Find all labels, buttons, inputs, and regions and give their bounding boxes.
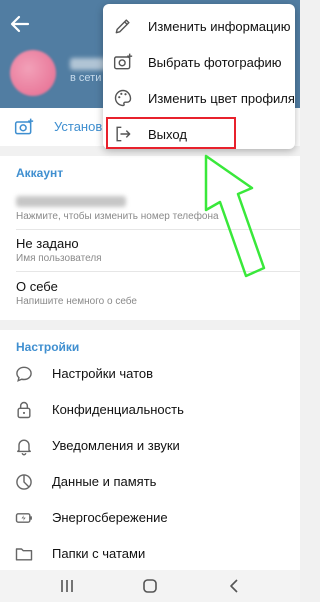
settings-item-label: Конфиденциальность bbox=[52, 402, 184, 417]
camera-add-icon bbox=[113, 53, 133, 70]
menu-item-choose-photo[interactable]: Выбрать фотографию bbox=[103, 44, 295, 80]
recent-apps-icon[interactable] bbox=[57, 576, 77, 596]
battery-icon bbox=[15, 513, 32, 523]
set-photo-label: Установи bbox=[54, 119, 110, 134]
settings-section: Настройки Настройки чатов Конфиденциальн… bbox=[0, 330, 300, 570]
avatar[interactable] bbox=[10, 50, 56, 96]
lock-icon bbox=[17, 401, 31, 419]
profile-screen: в сети Установи Аккаунт Нажмите, чтобы и… bbox=[0, 0, 300, 602]
settings-item-power-saving[interactable]: Энергосбережение bbox=[0, 500, 300, 536]
menu-item-change-color[interactable]: Изменить цвет профиля bbox=[103, 80, 295, 116]
menu-item-label: Выбрать фотографию bbox=[148, 55, 282, 70]
settings-item-label: Энергосбережение bbox=[52, 510, 168, 525]
palette-icon bbox=[114, 89, 132, 107]
chat-bubble-icon bbox=[16, 366, 32, 382]
about-value[interactable]: О себе bbox=[16, 279, 58, 294]
pie-chart-icon bbox=[16, 474, 32, 490]
system-navigation-bar bbox=[0, 570, 300, 602]
settings-item-data[interactable]: Данные и память bbox=[0, 464, 300, 500]
logout-highlight-box bbox=[106, 117, 236, 149]
account-section-title: Аккаунт bbox=[16, 166, 64, 180]
settings-item-chats[interactable]: Настройки чатов bbox=[0, 356, 300, 392]
menu-item-label: Изменить цвет профиля bbox=[148, 91, 295, 106]
settings-item-notifications[interactable]: Уведомления и звуки bbox=[0, 428, 300, 464]
username-value[interactable]: Не задано bbox=[16, 236, 79, 251]
annotation-arrow-icon bbox=[204, 154, 266, 278]
settings-item-privacy[interactable]: Конфиденциальность bbox=[0, 392, 300, 428]
settings-item-label: Уведомления и звуки bbox=[52, 438, 180, 453]
phone-number-blurred[interactable] bbox=[16, 196, 126, 207]
camera-add-icon bbox=[14, 118, 34, 135]
settings-item-folders[interactable]: Папки с чатами bbox=[0, 536, 300, 572]
online-status: в сети bbox=[70, 72, 102, 84]
folder-icon bbox=[15, 548, 33, 561]
settings-item-label: Папки с чатами bbox=[52, 546, 146, 561]
bell-icon bbox=[17, 439, 31, 456]
back-arrow-icon[interactable] bbox=[8, 12, 32, 36]
phone-hint: Нажмите, чтобы изменить номер телефона bbox=[16, 211, 219, 222]
settings-section-title: Настройки bbox=[16, 340, 80, 354]
settings-item-label: Данные и память bbox=[52, 474, 157, 489]
about-hint: Напишите немного о себе bbox=[16, 296, 137, 307]
profile-options-menu: Изменить информацию Выбрать фотографию И… bbox=[103, 4, 295, 149]
settings-item-label: Настройки чатов bbox=[52, 366, 154, 381]
home-icon[interactable] bbox=[140, 576, 160, 596]
back-nav-icon[interactable] bbox=[224, 576, 244, 596]
pencil-icon bbox=[115, 19, 130, 34]
username-hint: Имя пользователя bbox=[16, 253, 102, 264]
menu-item-label: Изменить информацию bbox=[148, 19, 291, 34]
menu-item-edit-info[interactable]: Изменить информацию bbox=[103, 8, 295, 44]
